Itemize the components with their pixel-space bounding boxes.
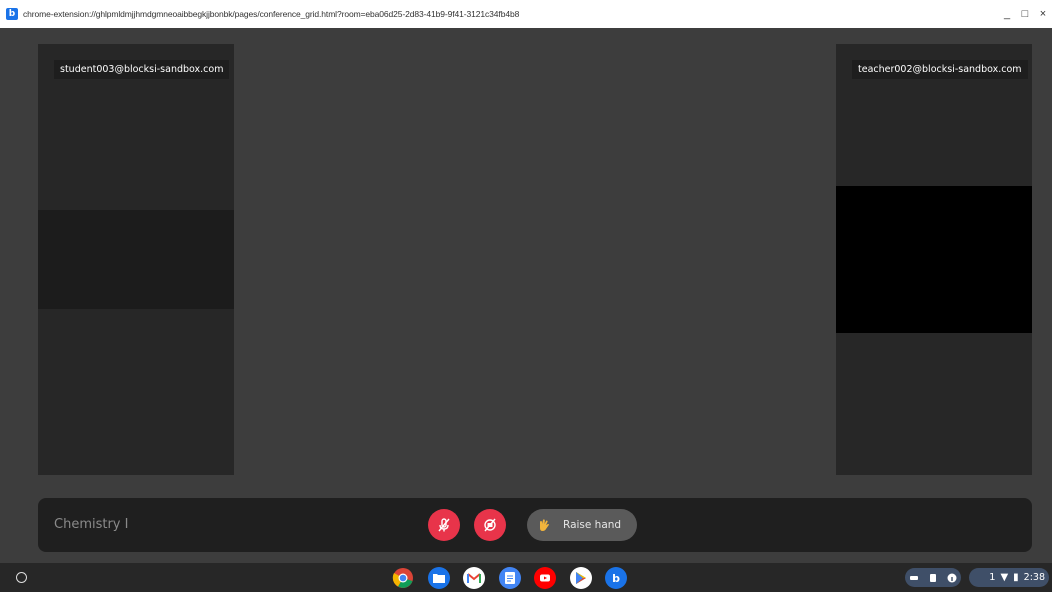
wifi-icon: ▼ [1000,572,1009,583]
mic-muted-icon [438,518,450,532]
conference-stage: student003@blocksi-sandbox.com teacher00… [0,28,1052,563]
toggle-camera-button[interactable] [474,509,506,541]
files-icon[interactable] [427,567,450,589]
room-name: Chemistry I [54,517,129,532]
blocksi-letter: b [612,571,620,585]
participant-tile-student[interactable]: student003@blocksi-sandbox.com [38,44,234,475]
app-dock: b [392,567,641,589]
system-shelf: b 1 ▼ ▮ 2:38 [0,563,1052,592]
tray-pods[interactable] [905,568,961,587]
control-bar: Chemistry I Raise hand [38,498,1032,552]
raise-hand-label: Raise hand [563,519,622,531]
camera-off-icon [484,518,496,532]
video-feed [38,210,234,309]
youtube-icon[interactable] [534,567,556,589]
participant-name: teacher002@blocksi-sandbox.com [852,60,1028,79]
minimize-button[interactable]: _ [998,0,1016,28]
play-store-icon[interactable] [569,567,592,589]
docs-icon[interactable] [498,567,521,589]
participant-tile-teacher[interactable]: teacher002@blocksi-sandbox.com [836,44,1032,475]
participant-name: student003@blocksi-sandbox.com [54,60,230,79]
stylus-icon [910,575,919,580]
info-icon [947,573,957,582]
status-area[interactable]: 1 ▼ ▮ 2:38 [969,568,1049,587]
clock: 2:38 [1023,572,1045,583]
blocksi-icon[interactable]: b [605,567,627,589]
video-feed [836,186,1032,333]
gmail-icon[interactable] [463,567,485,589]
close-button[interactable]: × [1034,0,1052,28]
window-controls: _ □ × [998,0,1052,28]
maximize-button[interactable]: □ [1016,0,1034,28]
notification-icon: 1 [989,572,996,583]
raise-hand-button[interactable]: Raise hand [527,509,637,541]
window-url: chrome-extension://ghlpmldmjjhmdgmneoaib… [23,9,520,19]
screen-capture-icon [929,573,936,582]
window-titlebar: b chrome-extension://ghlpmldmjjhmdgmneoa… [0,0,1052,28]
launcher-button[interactable] [16,572,27,583]
battery-icon: ▮ [1013,572,1019,583]
chrome-icon[interactable] [392,567,414,589]
waving-hand-icon [537,518,551,532]
blocksi-app-icon: b [6,8,18,20]
toggle-mic-button[interactable] [428,509,460,541]
